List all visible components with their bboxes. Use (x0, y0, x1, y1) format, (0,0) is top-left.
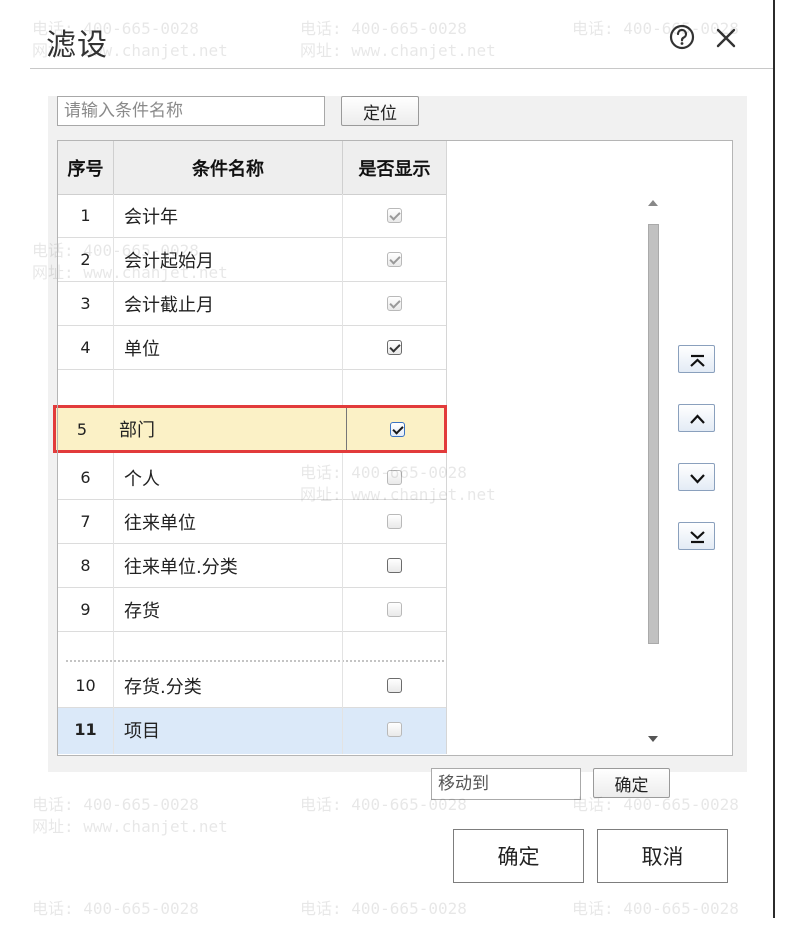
close-x-icon[interactable] (710, 22, 742, 54)
watermark: 电话: 400-665-0028 (572, 899, 739, 918)
header-seq: 序号 (67, 158, 104, 180)
header-condition-name: 条件名称 (192, 158, 264, 180)
help-circle-icon[interactable] (667, 22, 697, 52)
condition-search-input[interactable] (57, 96, 325, 126)
row-condition-name: 会计年 (124, 206, 178, 228)
row-seq: 10 (75, 676, 96, 695)
row-seq: 4 (80, 338, 91, 357)
grid-header: 序号 条件名称 是否显示 (58, 141, 446, 195)
table-row-selected[interactable]: 5 部门 (53, 405, 447, 453)
row-seq: 9 (80, 600, 91, 619)
row-condition-name: 项目 (124, 720, 160, 742)
move-up-button[interactable] (678, 404, 715, 432)
header-show: 是否显示 (358, 158, 431, 180)
column-divider (342, 194, 343, 754)
table-row[interactable]: 7 往来单位 (58, 500, 446, 544)
table-row[interactable]: 8 往来单位.分类 (58, 544, 446, 588)
move-to-top-icon (690, 354, 705, 367)
row-seq: 6 (80, 468, 91, 487)
cancel-button[interactable]: 取消 (597, 829, 728, 883)
watermark: 电话: 400-665-0028 (32, 899, 199, 918)
show-checkbox[interactable] (387, 514, 402, 529)
show-checkbox[interactable] (387, 296, 402, 311)
move-down-button[interactable] (678, 463, 715, 491)
row-seq: 1 (80, 206, 91, 225)
row-condition-name: 单位 (124, 338, 160, 360)
header-divider (113, 141, 114, 194)
title-divider (30, 68, 773, 69)
show-checkbox[interactable] (390, 421, 405, 437)
table-row[interactable]: 9 存货 (58, 588, 446, 632)
dialog-title: 滤设 (46, 28, 108, 63)
table-row[interactable]: 4 单位 (58, 326, 446, 370)
move-to-confirm-button[interactable]: 确定 (593, 768, 670, 798)
show-checkbox[interactable] (387, 722, 402, 737)
row-seq: 7 (80, 512, 91, 531)
column-divider (113, 194, 114, 754)
move-up-icon (690, 414, 705, 424)
row-condition-name: 部门 (119, 420, 155, 441)
watermark: 电话: 400-665-0028 网址: www.chanjet.net (32, 795, 228, 836)
table-row[interactable]: 3 会计截止月 (58, 282, 446, 326)
drag-divider (66, 660, 444, 662)
show-checkbox[interactable] (387, 340, 402, 355)
show-checkbox[interactable] (387, 252, 402, 267)
move-down-icon (690, 474, 705, 484)
row-seq: 2 (80, 250, 91, 269)
move-to-input[interactable] (431, 768, 581, 800)
move-to-top-button[interactable] (678, 345, 715, 373)
header-divider (342, 141, 343, 194)
watermark: 电话: 400-665-0028 网址: www.chanjet.net (300, 19, 496, 60)
show-checkbox[interactable] (387, 470, 402, 485)
row-condition-name: 存货.分类 (124, 676, 202, 698)
row-condition-name: 会计起始月 (124, 250, 214, 272)
dialog-right-border (773, 0, 775, 918)
show-checkbox[interactable] (387, 208, 402, 223)
row-condition-name: 往来单位 (124, 512, 196, 534)
scroll-up-arrow-icon[interactable] (648, 200, 658, 206)
move-to-bottom-icon (690, 531, 705, 544)
show-checkbox[interactable] (387, 602, 402, 617)
row-condition-name: 存货 (124, 600, 160, 622)
row-seq: 3 (80, 294, 91, 313)
table-row[interactable]: 6 个人 (58, 456, 446, 500)
row-condition-name: 往来单位.分类 (124, 556, 238, 578)
table-row[interactable]: 11 项目 (58, 708, 446, 754)
locate-button[interactable]: 定位 (341, 96, 419, 126)
filter-settings-dialog: 滤设 定位 序号 条件名称 是否显示 1 会计年 2 会计起始月 3 会计截止月… (0, 0, 791, 931)
ok-button[interactable]: 确定 (453, 829, 584, 883)
scroll-down-arrow-icon[interactable] (648, 736, 658, 742)
table-row[interactable]: 10 存货.分类 (58, 664, 446, 708)
row-seq: 11 (74, 720, 97, 739)
row-seq: 5 (76, 419, 88, 439)
show-checkbox[interactable] (387, 558, 402, 573)
table-row[interactable]: 1 会计年 (58, 194, 446, 238)
watermark: 电话: 400-665-0028 (300, 899, 467, 918)
show-checkbox[interactable] (387, 678, 402, 693)
row-seq: 8 (80, 556, 91, 575)
row-condition-name: 个人 (124, 468, 160, 490)
row-condition-name: 会计截止月 (124, 294, 214, 316)
scrollbar-thumb[interactable] (648, 224, 659, 644)
move-to-bottom-button[interactable] (678, 522, 715, 550)
table-row[interactable]: 2 会计起始月 (58, 238, 446, 282)
